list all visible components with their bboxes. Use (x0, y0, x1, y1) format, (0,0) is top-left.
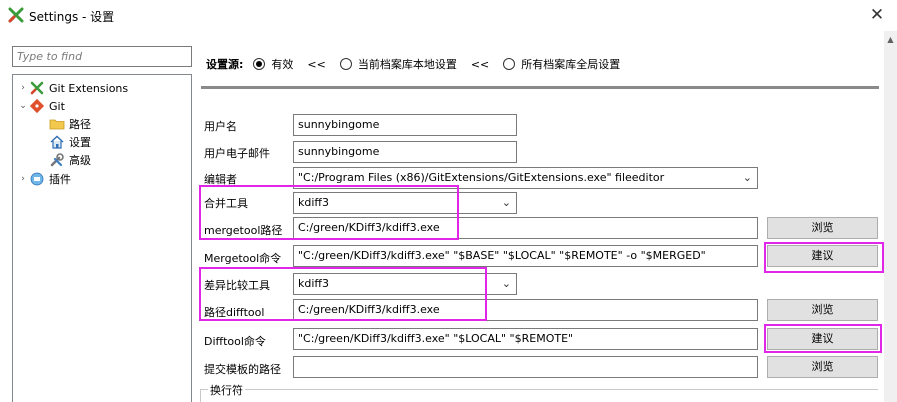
username-input[interactable]: sunnybingome (293, 114, 517, 136)
settings-filter-input[interactable] (12, 46, 192, 67)
divider (201, 86, 879, 89)
mergetool-path-input[interactable]: C:/green/KDiff3/kdiff3.exe (293, 217, 758, 239)
mergetool-path-label: mergetool路径 (204, 224, 283, 237)
difftool-path-input[interactable]: C:/green/KDiff3/kdiff3.exe (293, 299, 758, 321)
mergetool-cmd-label: Mergetool命令 (204, 252, 282, 265)
editor-value: "C:/Program Files (x86)/GitExtensions/Gi… (298, 171, 665, 184)
git-icon (29, 98, 45, 114)
browse-mergetool-button[interactable]: 浏览 (767, 217, 878, 239)
close-icon: ✕ (869, 5, 885, 25)
tree-item-label: 高级 (69, 154, 91, 167)
difftool-label: 差异比较工具 (204, 279, 270, 292)
dropdown-arrow-icon[interactable]: ⌄ (743, 168, 752, 188)
radio-label: 当前档案库本地设置 (357, 58, 457, 71)
vertical-scrollbar[interactable] (884, 31, 897, 402)
tree-item-plugins[interactable]: › 插件 (17, 170, 71, 188)
tools-icon (50, 153, 64, 167)
home-icon (50, 135, 64, 149)
browse-difftool-button[interactable]: 浏览 (767, 299, 878, 321)
git-extensions-icon (30, 81, 44, 95)
tree-item-label: 插件 (49, 173, 71, 186)
tree-item-advanced[interactable]: 高级 (37, 151, 91, 169)
folder-icon (49, 119, 65, 130)
dropdown-arrow-icon[interactable]: ⌄ (502, 274, 511, 294)
tree-item-git-extensions[interactable]: › Git Extensions (17, 79, 128, 97)
commit-template-label: 提交模板的路径 (204, 363, 281, 376)
tree-item-git[interactable]: ⌄ Git (17, 97, 65, 115)
radio-global[interactable]: 所有档案库全局设置 (503, 56, 620, 72)
window-title: Settings - 设置 (29, 10, 115, 24)
radio-local-repo[interactable]: 当前档案库本地设置 (339, 56, 457, 72)
tree-item-paths[interactable]: 路径 (37, 115, 91, 133)
expand-chevron-icon[interactable]: › (17, 174, 29, 184)
commit-template-input[interactable] (293, 356, 758, 378)
radio-selected-icon[interactable] (253, 58, 266, 70)
title-bar: Settings - 设置 ✕ (0, 0, 897, 31)
tree-item-label: Git (49, 99, 65, 113)
difftool-value: kdiff3 (298, 277, 329, 290)
settings-source-row: 设置源: 有效 << 当前档案库本地设置 << 所有档案库全局设置 (206, 55, 620, 73)
editor-combobox[interactable]: "C:/Program Files (x86)/GitExtensions/Gi… (293, 167, 758, 189)
line-endings-groupbox (200, 389, 878, 402)
editor-label: 编辑者 (204, 173, 237, 186)
mergetool-value: kdiff3 (298, 196, 329, 209)
email-label: 用户电子邮件 (204, 147, 270, 160)
tree-item-label: 设置 (69, 136, 91, 149)
tree-item-label: Git Extensions (49, 81, 129, 95)
difftool-path-label: 路径difftool (204, 306, 265, 319)
tree-item-label: 路径 (69, 118, 91, 131)
dropdown-arrow-icon[interactable]: ⌄ (502, 193, 511, 213)
difftool-cmd-input[interactable]: "C:/green/KDiff3/kdiff3.exe" "$LOCAL" "$… (293, 328, 758, 350)
difftool-cmd-label: Difftool命令 (204, 335, 266, 348)
line-endings-group-title: 换行符 (208, 382, 245, 398)
username-label: 用户名 (204, 120, 237, 133)
radio-label: 有效 (271, 58, 294, 71)
plugin-icon (30, 172, 44, 186)
settings-source-label: 设置源: (206, 58, 244, 71)
mergetool-label: 合并工具 (204, 197, 248, 210)
expand-chevron-icon[interactable]: › (17, 83, 29, 93)
mergetool-cmd-input[interactable]: "C:/green/KDiff3/kdiff3.exe" "$BASE" "$L… (293, 245, 758, 267)
mergetool-combobox[interactable]: kdiff3 ⌄ (293, 192, 517, 214)
suggest-mergetool-cmd-button[interactable]: 建议 (767, 245, 878, 267)
difftool-combobox[interactable]: kdiff3 ⌄ (293, 273, 517, 295)
settings-tree: › Git Extensions ⌄ Git 路径 设置 高级 › 插件 (12, 74, 192, 402)
radio-unselected-icon[interactable] (503, 58, 516, 70)
suggest-difftool-cmd-button[interactable]: 建议 (767, 328, 878, 350)
collapse-chevron-icon[interactable]: ⌄ (17, 101, 29, 111)
tree-item-settings[interactable]: 设置 (37, 133, 91, 151)
scroll-up-arrow-icon[interactable]: ▲ (884, 33, 897, 47)
separator-text: << (307, 57, 326, 71)
separator-text: << (470, 57, 490, 71)
radio-label: 所有档案库全局设置 (521, 58, 621, 71)
email-input[interactable]: sunnybingome (293, 141, 517, 163)
git-extensions-app-icon (8, 7, 24, 23)
radio-unselected-icon[interactable] (339, 58, 352, 70)
radio-effective[interactable]: 有效 (253, 56, 293, 72)
close-button[interactable]: ✕ (862, 4, 892, 26)
browse-commit-template-button[interactable]: 浏览 (767, 356, 878, 378)
